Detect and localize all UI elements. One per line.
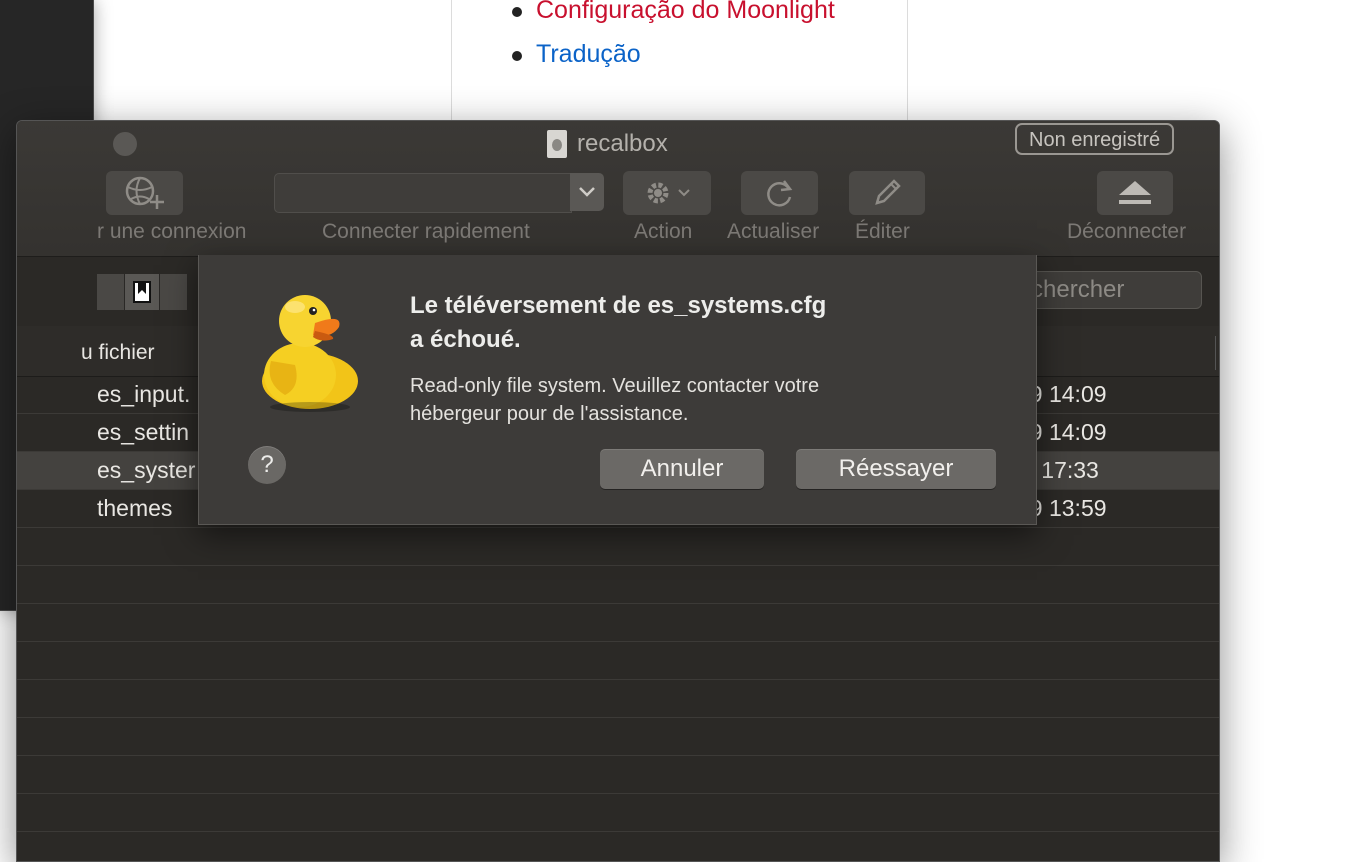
table-row-empty bbox=[17, 604, 1219, 642]
file-name: es_syster bbox=[97, 457, 196, 483]
bookmarks-button[interactable] bbox=[125, 274, 160, 310]
table-row-empty bbox=[17, 680, 1219, 718]
alert-title: Le téléversement de es_systems.cfg a éch… bbox=[410, 289, 930, 357]
refresh-label: Actualiser bbox=[727, 220, 820, 243]
quick-connect-dropdown[interactable] bbox=[570, 173, 604, 211]
alert-message-line: Read-only file system. Veuillez contacte… bbox=[410, 375, 820, 397]
cancel-button[interactable]: Annuler bbox=[600, 449, 764, 489]
table-row-empty bbox=[17, 718, 1219, 756]
column-filename[interactable]: u fichier bbox=[81, 341, 155, 365]
globe-plus-icon bbox=[125, 176, 164, 209]
document-icon bbox=[547, 130, 567, 158]
help-button[interactable]: ? bbox=[248, 446, 286, 484]
table-row-empty bbox=[17, 566, 1219, 604]
pencil-icon bbox=[875, 179, 901, 205]
eject-icon bbox=[1119, 181, 1151, 204]
window-title: recalbox bbox=[547, 129, 668, 159]
table-row-empty bbox=[17, 642, 1219, 680]
action-button[interactable] bbox=[623, 171, 711, 215]
chevron-down-icon bbox=[678, 189, 690, 197]
table-row-empty bbox=[17, 756, 1219, 794]
alert-message: Read-only file system. Veuillez contacte… bbox=[410, 372, 930, 428]
gear-icon bbox=[647, 182, 669, 204]
window-close-button[interactable] bbox=[113, 132, 137, 156]
disconnect-button[interactable] bbox=[1097, 171, 1173, 215]
search-input[interactable]: chercher bbox=[1022, 271, 1202, 309]
nav-segment[interactable] bbox=[160, 274, 188, 310]
alert-title-line: a échoué. bbox=[410, 326, 521, 353]
bookmark-icon bbox=[133, 281, 151, 303]
unregistered-badge[interactable]: Non enregistré bbox=[1015, 123, 1175, 155]
nav-segment[interactable] bbox=[97, 274, 125, 310]
alert-title-line: Le téléversement de es_systems.cfg bbox=[410, 292, 827, 319]
retry-button[interactable]: Réessayer bbox=[796, 449, 996, 489]
cyberduck-duck-icon bbox=[262, 295, 358, 412]
navigation-segments bbox=[97, 274, 188, 310]
file-name: themes bbox=[97, 495, 173, 521]
link-moonlight-config[interactable]: Configuração do Moonlight bbox=[536, 0, 835, 23]
quick-connect-input[interactable] bbox=[274, 173, 572, 213]
open-connection-button[interactable] bbox=[106, 171, 183, 215]
file-name: es_input. bbox=[97, 381, 191, 407]
table-row-empty bbox=[17, 794, 1219, 832]
table-row-empty bbox=[17, 528, 1219, 566]
chevron-down-icon bbox=[579, 187, 595, 197]
file-name: es_settin bbox=[97, 419, 190, 445]
alert-message-line: hébergeur pour de l'assistance. bbox=[410, 403, 689, 425]
window-title-text: recalbox bbox=[577, 130, 668, 157]
edit-button[interactable] bbox=[849, 171, 925, 215]
window-toolbar: recalbox Non enregistré r une connexion … bbox=[17, 121, 1219, 257]
disconnect-label: Déconnecter bbox=[1067, 220, 1187, 243]
action-label: Action bbox=[634, 220, 693, 243]
refresh-button[interactable] bbox=[741, 171, 818, 215]
refresh-icon bbox=[766, 180, 792, 207]
open-connection-label: r une connexion bbox=[97, 220, 247, 243]
upload-failed-alert: Le téléversement de es_systems.cfg a éch… bbox=[198, 255, 1037, 525]
quick-connect-label: Connecter rapidement bbox=[322, 220, 530, 243]
edit-label: Éditer bbox=[855, 220, 910, 243]
link-translation[interactable]: Tradução bbox=[536, 42, 641, 67]
column-divider[interactable] bbox=[1215, 336, 1216, 370]
